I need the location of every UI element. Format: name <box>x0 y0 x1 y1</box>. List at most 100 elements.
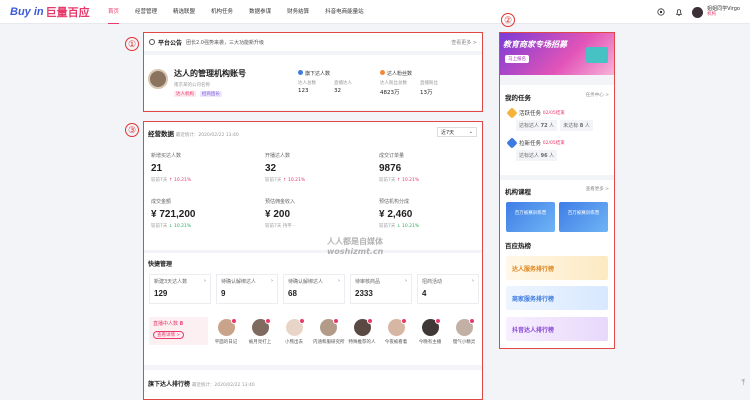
quick-item-value: 129 <box>154 289 168 298</box>
top-navigation: Buy in 巨量百应 首页 经营管理 精选联盟 机构任务 数据参谋 财务结算 … <box>0 0 750 24</box>
promo-banner[interactable]: 教育商家专场招募 马上报名 <box>500 33 614 75</box>
nav-finance[interactable]: 财务结算 <box>287 0 309 24</box>
hot-rank-card[interactable]: 商家服务排行榜 <box>506 286 608 310</box>
task-deadline: 02/05结束 <box>542 111 565 116</box>
metric-change: ↓ 10.21% <box>396 224 420 229</box>
nav-data[interactable]: 数据参谋 <box>249 0 271 24</box>
streamer-name: 平面的日记 <box>214 340 238 345</box>
course-card[interactable]: 百万被赛训练营 <box>559 202 608 232</box>
nav-alliance[interactable]: 精选联盟 <box>173 0 195 24</box>
metric-change: ↑ 10.21% <box>168 178 192 183</box>
streamer-item[interactable]: 被月亮打上 <box>245 318 275 345</box>
streamer-name: 内涵和服研究所 <box>313 340 345 345</box>
notice-title: 平台公告 <box>158 39 183 47</box>
metric-value: 32 <box>265 163 277 174</box>
nav-org-task[interactable]: 机构任务 <box>211 0 233 24</box>
streamer-item[interactable]: 今晚有主播 <box>415 318 445 345</box>
streamer-name: 特殊推荐的人 <box>348 340 376 345</box>
task-item[interactable]: 活跃任务 02/05结束 <box>506 107 565 119</box>
task-chip: 达标达人 72 人 <box>516 120 558 131</box>
quick-title: 快捷管理 <box>148 261 173 268</box>
task-chip-unit: 人 <box>549 153 555 159</box>
streamer-avatar <box>455 318 475 336</box>
streamer-name: 被月亮打上 <box>248 340 272 345</box>
live-count: 8 <box>179 321 184 327</box>
chevron-right-icon: › <box>338 278 340 284</box>
account-tag: 招商团长 <box>199 91 222 97</box>
watermark: 人人都是自媒体 woshizmt.cn <box>327 236 383 256</box>
notice-more-link[interactable]: 查看更多 > <box>451 39 477 46</box>
streamer-item[interactable]: 平面的日记 <box>211 318 241 345</box>
account-avatar <box>148 69 168 89</box>
metric-card: 预估机构分成 ¥ 2,460 较前7天 ↓ 10.21% <box>379 198 469 229</box>
metric-value: ¥ 721,200 <box>151 209 196 220</box>
quick-item[interactable]: 待审核商品 › 2333 <box>350 274 412 304</box>
live-talent-value: 32 <box>334 88 341 94</box>
live-detail-button[interactable]: 查看详情 > <box>153 331 185 339</box>
talent-count-label: 旗下达人数 <box>305 71 331 77</box>
fans-count-label: 达人粉丝数 <box>387 71 413 77</box>
streamer-item[interactable]: 特殊推荐的人 <box>347 318 377 345</box>
quick-item[interactable]: 待确认解绑达人 › 9 <box>216 274 278 304</box>
quick-item-value: 2333 <box>355 289 373 298</box>
nav-business[interactable]: 经营管理 <box>135 0 157 24</box>
streamer-item[interactable]: 小熊出去 <box>279 318 309 345</box>
my-tasks-panel: 我的任务 任务中心 > 活跃任务 02/05结束 达标达人 72 人未达标 8 … <box>500 85 614 175</box>
nav-energy-station[interactable]: 抖音电商能量站 <box>325 0 364 24</box>
streamer-item[interactable]: 慢气小精灵 <box>449 318 479 345</box>
hot-rank-card[interactable]: 抖音达人排行榜 <box>506 317 608 341</box>
quick-item[interactable]: 新建3天达人数 › 129 <box>149 274 211 304</box>
streamer-name: 今晚有主播 <box>418 340 442 345</box>
quick-item[interactable]: 招商活动 › 4 <box>417 274 479 304</box>
live-fans-value: 13万 <box>420 90 433 96</box>
app-logo[interactable]: Buy in 巨量百应 <box>10 4 108 20</box>
user-avatar[interactable] <box>692 6 704 18</box>
course-card[interactable]: 百万被赛训练营 <box>506 202 555 232</box>
streamer-avatar <box>421 318 441 336</box>
metric-value: 21 <box>151 163 163 174</box>
live-now-card: 直播中人数 8 查看详情 > <box>149 317 208 345</box>
user-info[interactable]: 姐姐同学Virgo 机构 <box>707 6 740 18</box>
hot-title: 百应热榜 <box>505 242 531 250</box>
task-chip: 达标达人 96 人 <box>516 150 558 161</box>
streamer-item[interactable]: 今夜被看着 <box>381 318 411 345</box>
streamer-item[interactable]: 内涵和服研究所 <box>313 318 345 345</box>
annotation-number: ③ <box>125 123 139 137</box>
task-item[interactable]: 拉新任务 02/05结束 <box>506 137 565 149</box>
date-range-select[interactable]: 近7天 ⌄ <box>437 127 477 137</box>
courses-more-link[interactable]: 查看更多 > <box>586 186 609 192</box>
task-name: 拉新任务 <box>519 141 542 147</box>
live-badge-icon <box>264 318 271 324</box>
watermark-line1: 人人都是自媒体 <box>327 237 383 246</box>
nav-home[interactable]: 首页 <box>108 0 120 24</box>
bell-icon[interactable] <box>674 8 683 17</box>
total-talent-value: 123 <box>298 88 309 94</box>
hot-rank-card[interactable]: 达人服务排行榜 <box>506 256 608 280</box>
help-icon[interactable] <box>656 8 665 17</box>
quick-item[interactable]: 待确认解绑达人 › 68 <box>283 274 345 304</box>
main-nav: 首页 经营管理 精选联盟 机构任务 数据参谋 财务结算 抖音电商能量站 <box>108 0 380 24</box>
metric-change: ↓ 10.21% <box>168 224 192 229</box>
metric-label: 开播达人数 <box>265 153 291 159</box>
task-center-link[interactable]: 任务中心 > <box>586 92 609 98</box>
metric-change: 持平 - <box>282 224 295 229</box>
back-to-top-icon[interactable]: ⤒ <box>741 378 745 388</box>
total-talent-label: 达人总数 <box>298 81 316 86</box>
notice-text[interactable]: 团长2.0强势来袭，三大功能新升级 <box>186 39 264 46</box>
streamer-avatar <box>251 318 271 336</box>
courses-title: 机构课程 <box>505 188 531 196</box>
task-chip-label: 达标达人 <box>519 123 540 129</box>
streamer-name: 小熊出去 <box>285 340 303 345</box>
ranking-title: 旗下达人排行榜 <box>148 381 191 388</box>
banner-title: 教育商家专场招募 <box>503 40 567 49</box>
banner-signup-button[interactable]: 马上报名 <box>505 55 529 63</box>
task-chip-unit: 人 <box>549 123 555 129</box>
heart-icon <box>380 70 385 75</box>
quick-item-label: 待审核商品 <box>355 279 381 285</box>
metric-card: 开播达人数 32 较前7天 ↑ 10.21% <box>265 152 355 183</box>
metric-change: ↑ 10.21% <box>282 178 306 183</box>
annotation-number: ① <box>125 37 139 51</box>
streamer-avatar <box>319 318 339 336</box>
metric-card: 成交订单量 9876 较前7天 ↑ 10.21% <box>379 152 469 183</box>
live-badge-icon <box>400 318 407 324</box>
